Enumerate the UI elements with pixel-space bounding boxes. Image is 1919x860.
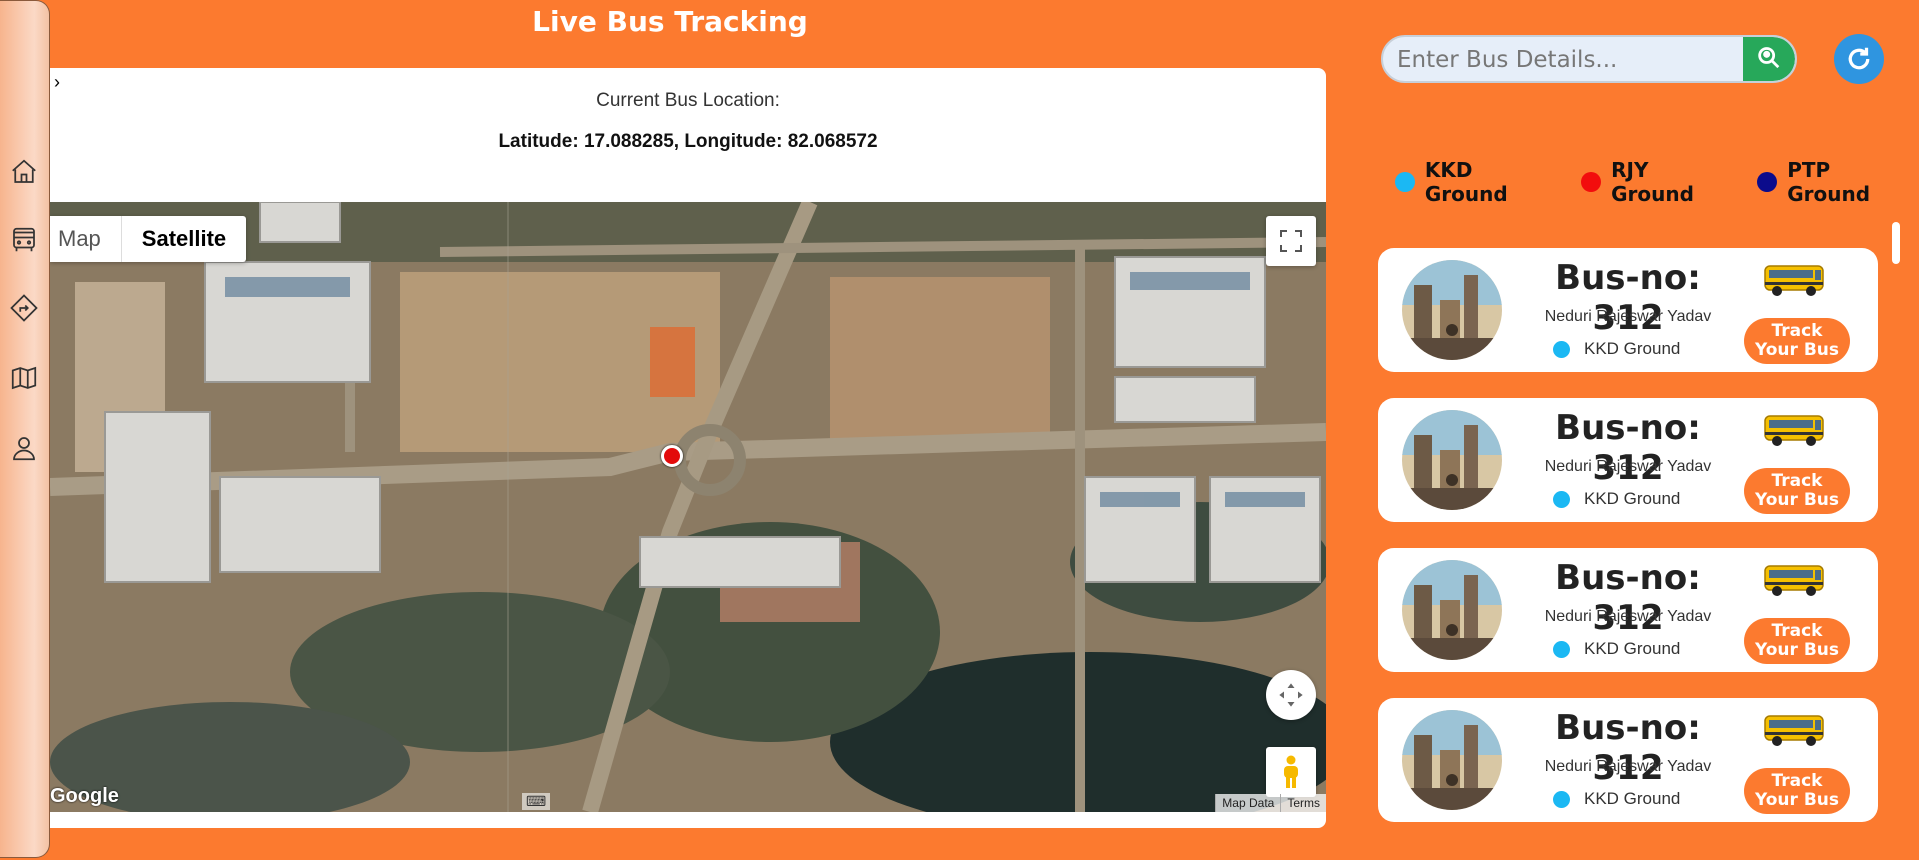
pan-arrows-icon (1279, 683, 1303, 707)
sidebar (0, 0, 50, 858)
map-icon[interactable] (9, 363, 39, 393)
bus-depot: KKD Ground (1553, 789, 1680, 809)
terms-link[interactable]: Terms (1280, 794, 1326, 812)
search-button[interactable] (1743, 37, 1795, 81)
bus-number: Bus-no: 312 (1555, 558, 1701, 638)
map-attribution: Map Data Terms (1215, 794, 1326, 812)
bus-card: Bus-no: 312 Neduri Rajeswar Yadav KKD Gr… (1378, 398, 1878, 522)
depot-label: KKD Ground (1584, 339, 1681, 358)
depot-label: KKD Ground (1584, 789, 1681, 808)
user-icon[interactable] (9, 433, 39, 463)
legend-item-kkd: KKD Ground (1395, 158, 1561, 206)
camera-control-button[interactable] (1266, 670, 1316, 720)
school-bus-icon (1763, 560, 1827, 605)
depot-label: KKD Ground (1584, 639, 1681, 658)
bus-avatar (1402, 410, 1502, 510)
bus-avatar (1402, 560, 1502, 660)
depot-legend: KKD Ground RJY Ground PTP Ground (1395, 158, 1919, 206)
bus-card: Bus-no: 312 Neduri Rajeswar Yadav KKD Gr… (1378, 248, 1878, 372)
fullscreen-button[interactable] (1266, 216, 1316, 266)
depot-label: KKD Ground (1584, 489, 1681, 508)
bus-card: Bus-no: 312 Neduri Rajeswar Yadav KKD Gr… (1378, 548, 1878, 672)
track-your-bus-button[interactable]: Track Your Bus (1744, 768, 1850, 814)
driver-name: Neduri Rajeswar Yadav (1544, 758, 1712, 775)
bus-avatar (1402, 260, 1502, 360)
legend-dot (1757, 172, 1778, 192)
depot-dot (1553, 790, 1570, 808)
map-type-map[interactable]: Map (50, 216, 122, 262)
bus-number: Bus-no: 312 (1555, 258, 1701, 338)
school-bus-icon (1763, 710, 1827, 755)
home-icon[interactable] (9, 157, 39, 187)
bus-icon[interactable] (9, 225, 39, 255)
bus-location-marker[interactable] (661, 445, 683, 467)
bus-number: Bus-no: 312 (1555, 708, 1701, 788)
search-icon (1758, 47, 1780, 69)
depot-dot (1553, 640, 1570, 658)
google-logo: Google (50, 785, 119, 807)
driver-name: Neduri Rajeswar Yadav (1544, 308, 1712, 325)
route-icon[interactable] (9, 293, 39, 323)
bus-depot: KKD Ground (1553, 639, 1680, 659)
page-title: Live Bus Tracking (532, 5, 808, 38)
legend-item-rjy: RJY Ground (1581, 158, 1737, 206)
pegman-icon (1284, 755, 1298, 788)
bus-number: Bus-no: 312 (1555, 408, 1701, 488)
school-bus-icon (1763, 410, 1827, 455)
legend-dot (1395, 172, 1415, 192)
bus-avatar (1402, 710, 1502, 810)
bus-list-scrollbar[interactable] (1892, 222, 1900, 264)
track-your-bus-button[interactable]: Track Your Bus (1744, 318, 1850, 364)
location-heading: Current Bus Location: (596, 90, 780, 111)
track-your-bus-button[interactable]: Track Your Bus (1744, 618, 1850, 664)
street-view-pegman[interactable] (1266, 747, 1316, 797)
legend-dot (1581, 172, 1602, 192)
map-type-control: Map Satellite (50, 216, 247, 262)
bus-depot: KKD Ground (1553, 339, 1680, 359)
driver-name: Neduri Rajeswar Yadav (1544, 608, 1712, 625)
map-data-link[interactable]: Map Data (1215, 794, 1280, 812)
bus-depot: KKD Ground (1553, 489, 1680, 509)
refresh-icon (1848, 47, 1870, 70)
bus-card: Bus-no: 312 Neduri Rajeswar Yadav KKD Gr… (1378, 698, 1878, 822)
legend-item-ptp: PTP Ground (1757, 158, 1919, 206)
map-card: › Current Bus Location: Latitude: 17.088… (50, 68, 1326, 828)
depot-dot (1553, 490, 1570, 508)
track-your-bus-button[interactable]: Track Your Bus (1744, 468, 1850, 514)
bus-search-input[interactable] (1383, 37, 1759, 81)
satellite-map[interactable]: Map Satellite Google ⌨ Map Data Terms (50, 202, 1326, 812)
location-coordinates: Latitude: 17.088285, Longitude: 82.06857… (498, 131, 878, 152)
fullscreen-icon (1280, 230, 1302, 252)
depot-dot (1553, 340, 1570, 358)
driver-name: Neduri Rajeswar Yadav (1544, 458, 1712, 475)
keyboard-shortcuts-icon[interactable]: ⌨ (522, 793, 551, 810)
refresh-button[interactable] (1834, 34, 1884, 84)
satellite-imagery (50, 202, 1326, 812)
bus-search-bar (1381, 35, 1797, 83)
school-bus-icon (1763, 260, 1827, 305)
map-type-satellite[interactable]: Satellite (122, 216, 246, 262)
